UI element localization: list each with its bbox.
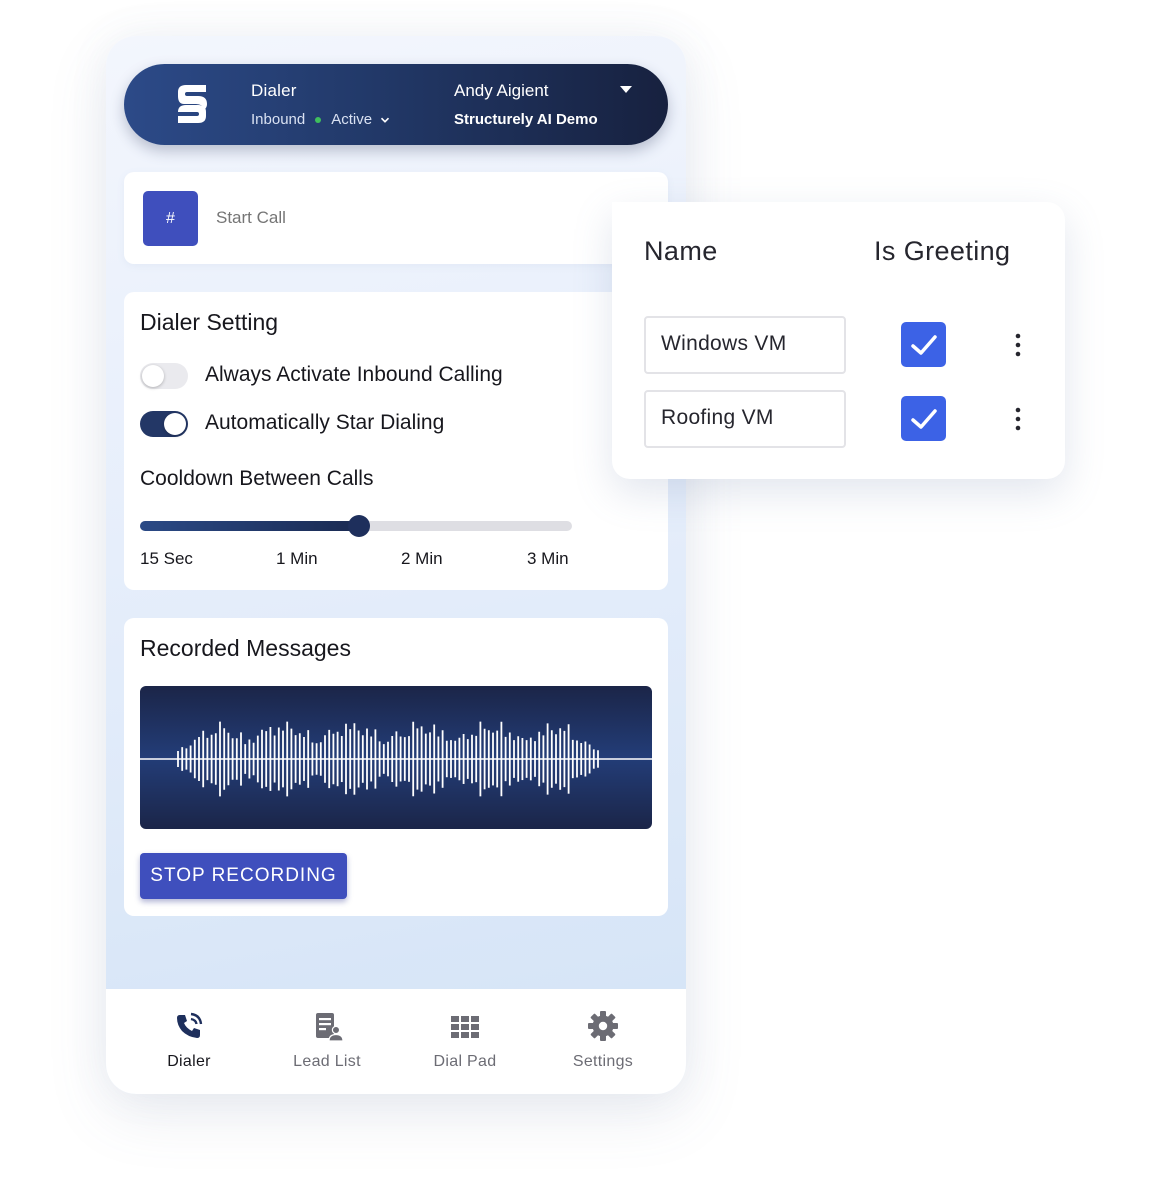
status-selector[interactable]: Inbound Active: [251, 111, 390, 128]
nav-label: Dialer: [167, 1053, 211, 1070]
tick-label: 3 Min: [527, 549, 569, 568]
lead-list-icon: [316, 1013, 343, 1042]
app-header: Dialer Inbound Active Andy Aigient Struc…: [124, 64, 668, 145]
waveform-display: [140, 686, 652, 829]
cooldown-title: Cooldown Between Calls: [140, 467, 374, 490]
hash-button[interactable]: #: [143, 191, 198, 246]
is-greeting-checkbox[interactable]: [901, 322, 946, 367]
vm-name-field[interactable]: Windows VM: [644, 316, 846, 374]
bottom-nav: Dialer Lead List Dial Pad Settings: [106, 989, 686, 1094]
start-call-input[interactable]: [216, 208, 437, 228]
chevron-down-icon: [381, 117, 390, 123]
vm-name-field[interactable]: Roofing VM: [644, 390, 846, 448]
nav-item-settings[interactable]: Settings: [534, 989, 672, 1094]
status-label: Active: [331, 111, 373, 128]
dialer-setting-title: Dialer Setting: [140, 309, 279, 335]
tick-label: 1 Min: [276, 549, 318, 568]
nav-item-dialer[interactable]: Dialer: [120, 989, 258, 1094]
stop-recording-button[interactable]: STOP RECORDING: [140, 853, 347, 899]
account-dropdown-icon[interactable]: [620, 86, 632, 94]
dial-pad-icon: [451, 1016, 479, 1038]
waveform-icon: [140, 721, 652, 797]
header-title: Dialer: [251, 81, 297, 100]
checkmark-icon: [910, 334, 937, 355]
more-options-icon[interactable]: [1011, 332, 1025, 358]
tick-label: 2 Min: [401, 549, 443, 568]
phone-icon: [177, 1012, 203, 1038]
mode-label: Inbound: [251, 111, 306, 128]
greeting-panel: Name Is Greeting Windows VM Roofing VM: [612, 202, 1065, 479]
nav-item-dial-pad[interactable]: Dial Pad: [396, 989, 534, 1094]
user-name: Andy Aigient: [454, 81, 549, 100]
dialer-setting-card: Dialer Setting Always Activate Inbound C…: [124, 292, 668, 590]
nav-label: Dial Pad: [433, 1053, 497, 1070]
inbound-calling-label: Always Activate Inbound Calling: [205, 363, 503, 386]
start-call-card: #: [124, 172, 668, 264]
company-name: Structurely AI Demo: [454, 111, 598, 128]
name-column-header: Name: [644, 236, 718, 266]
is-greeting-checkbox[interactable]: [901, 396, 946, 441]
slider-thumb[interactable]: [348, 515, 371, 537]
slider-fill: [140, 521, 360, 531]
auto-dialing-label: Automatically Star Dialing: [205, 411, 445, 434]
more-options-icon[interactable]: [1011, 406, 1025, 432]
inbound-calling-toggle[interactable]: [140, 363, 188, 389]
active-dot-icon: [315, 116, 322, 123]
gear-icon: [588, 1011, 618, 1041]
nav-item-lead-list[interactable]: Lead List: [258, 989, 396, 1094]
recorded-messages-title: Recorded Messages: [140, 635, 351, 661]
greeting-column-header: Is Greeting: [874, 236, 1011, 266]
nav-label: Settings: [572, 1053, 634, 1070]
auto-dialing-toggle[interactable]: [140, 411, 188, 437]
nav-label: Lead List: [293, 1053, 361, 1070]
logo-icon: [178, 85, 207, 123]
recorded-messages-card: Recorded Messages STOP RECORDING: [124, 618, 668, 916]
checkmark-icon: [910, 408, 937, 429]
cooldown-slider[interactable]: [140, 515, 572, 537]
toggle-knob: [142, 365, 164, 387]
tick-label: 15 Sec: [140, 549, 193, 568]
toggle-knob: [164, 413, 186, 435]
